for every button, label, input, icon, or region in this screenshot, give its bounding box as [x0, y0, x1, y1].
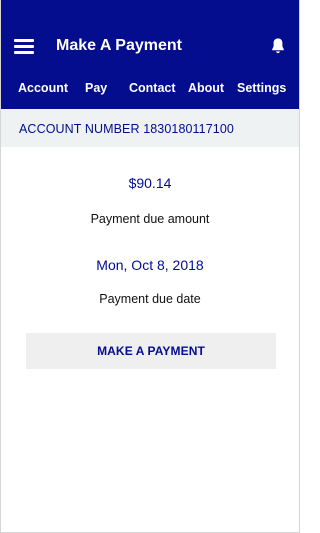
account-number: ACCOUNT NUMBER 1830180117100: [19, 122, 234, 136]
tab-about[interactable]: About: [188, 80, 224, 96]
nav-tabs: Account Pay Contact About Settings: [1, 80, 299, 98]
payment-due-amount: $90.14: [128, 175, 172, 191]
make-payment-button[interactable]: MAKE A PAYMENT: [26, 333, 276, 369]
tab-pay[interactable]: Pay: [85, 80, 107, 96]
tab-contact[interactable]: Contact: [129, 80, 176, 96]
app-header: Make A Payment Account Pay Contact About…: [1, 0, 299, 109]
payment-due-date: Mon, Oct 8, 2018: [96, 257, 204, 273]
bell-icon[interactable]: [271, 37, 285, 55]
payment-due-amount-label: Payment due amount: [90, 212, 210, 226]
payment-due-date-label: Payment due date: [99, 292, 201, 306]
page-title: Make A Payment: [56, 37, 182, 54]
menu-icon[interactable]: [14, 37, 34, 55]
tab-account[interactable]: Account: [18, 80, 68, 96]
make-payment-button-label: MAKE A PAYMENT: [97, 344, 205, 358]
tab-settings[interactable]: Settings: [237, 80, 286, 96]
account-number-bar: ACCOUNT NUMBER 1830180117100: [1, 109, 299, 147]
payment-screen: Make A Payment Account Pay Contact About…: [0, 0, 300, 533]
